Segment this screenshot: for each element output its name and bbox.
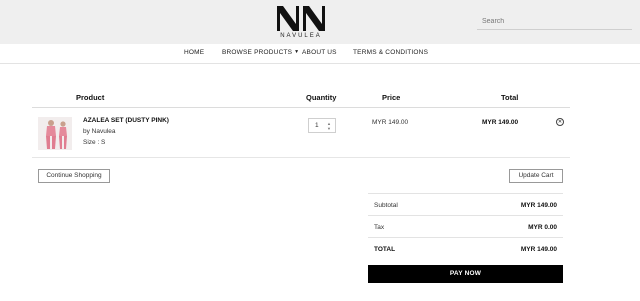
site-header: NAVULEA	[0, 0, 640, 44]
header-product: Product	[76, 93, 105, 102]
stepper-arrows-icon[interactable]: ▲ ▼	[326, 121, 332, 131]
caret-down-icon: ▼	[294, 49, 300, 55]
search-input[interactable]	[482, 15, 622, 27]
nav-terms[interactable]: TERMS & CONDITIONS	[353, 49, 428, 56]
nav-browse-products[interactable]: BROWSE PRODUCTS ▼	[222, 49, 299, 56]
quantity-stepper[interactable]: 1 ▲ ▼	[308, 118, 336, 133]
total-label: TOTAL	[374, 246, 396, 253]
total-value: MYR 149.00	[520, 246, 557, 253]
navulea-monogram-icon	[277, 6, 325, 31]
header-price: Price	[382, 93, 401, 102]
subtotal-value: MYR 149.00	[520, 202, 557, 209]
item-price: MYR 149.00	[372, 119, 409, 126]
search-box[interactable]	[477, 12, 632, 30]
product-vendor: by Navulea	[83, 128, 116, 135]
totals-divider	[368, 193, 563, 194]
product-size: Size : S	[83, 139, 106, 146]
header-total: Total	[501, 93, 519, 102]
header-quantity: Quantity	[306, 93, 337, 102]
nav-browse-label: BROWSE PRODUCTS	[222, 49, 293, 56]
header-divider	[32, 107, 570, 108]
totals-divider	[368, 237, 563, 238]
product-thumbnail[interactable]	[38, 117, 72, 150]
product-name[interactable]: AZALEA SET (DUSTY PINK)	[83, 117, 169, 124]
brand-name: NAVULEA	[280, 33, 322, 39]
row-divider	[32, 157, 570, 158]
main-nav: HOME BROWSE PRODUCTS ▼ ABOUT US TERMS & C…	[0, 44, 640, 64]
brand-logo[interactable]: NAVULEA	[275, 4, 327, 42]
pay-now-button[interactable]: PAY NOW	[368, 265, 563, 283]
item-total: MYR 149.00	[482, 119, 519, 126]
nav-about-us[interactable]: ABOUT US	[302, 49, 337, 56]
totals-divider	[368, 215, 563, 216]
subtotal-label: Subtotal	[374, 202, 398, 209]
tax-value: MYR 0.00	[528, 224, 557, 231]
tax-label: Tax	[374, 224, 385, 231]
product-image	[38, 117, 72, 150]
update-cart-button[interactable]: Update Cart	[509, 169, 563, 183]
remove-circle-icon[interactable]: ✕	[556, 118, 564, 126]
quantity-value: 1	[315, 122, 319, 129]
continue-shopping-button[interactable]: Continue Shopping	[38, 169, 110, 183]
nav-home[interactable]: HOME	[184, 49, 204, 56]
